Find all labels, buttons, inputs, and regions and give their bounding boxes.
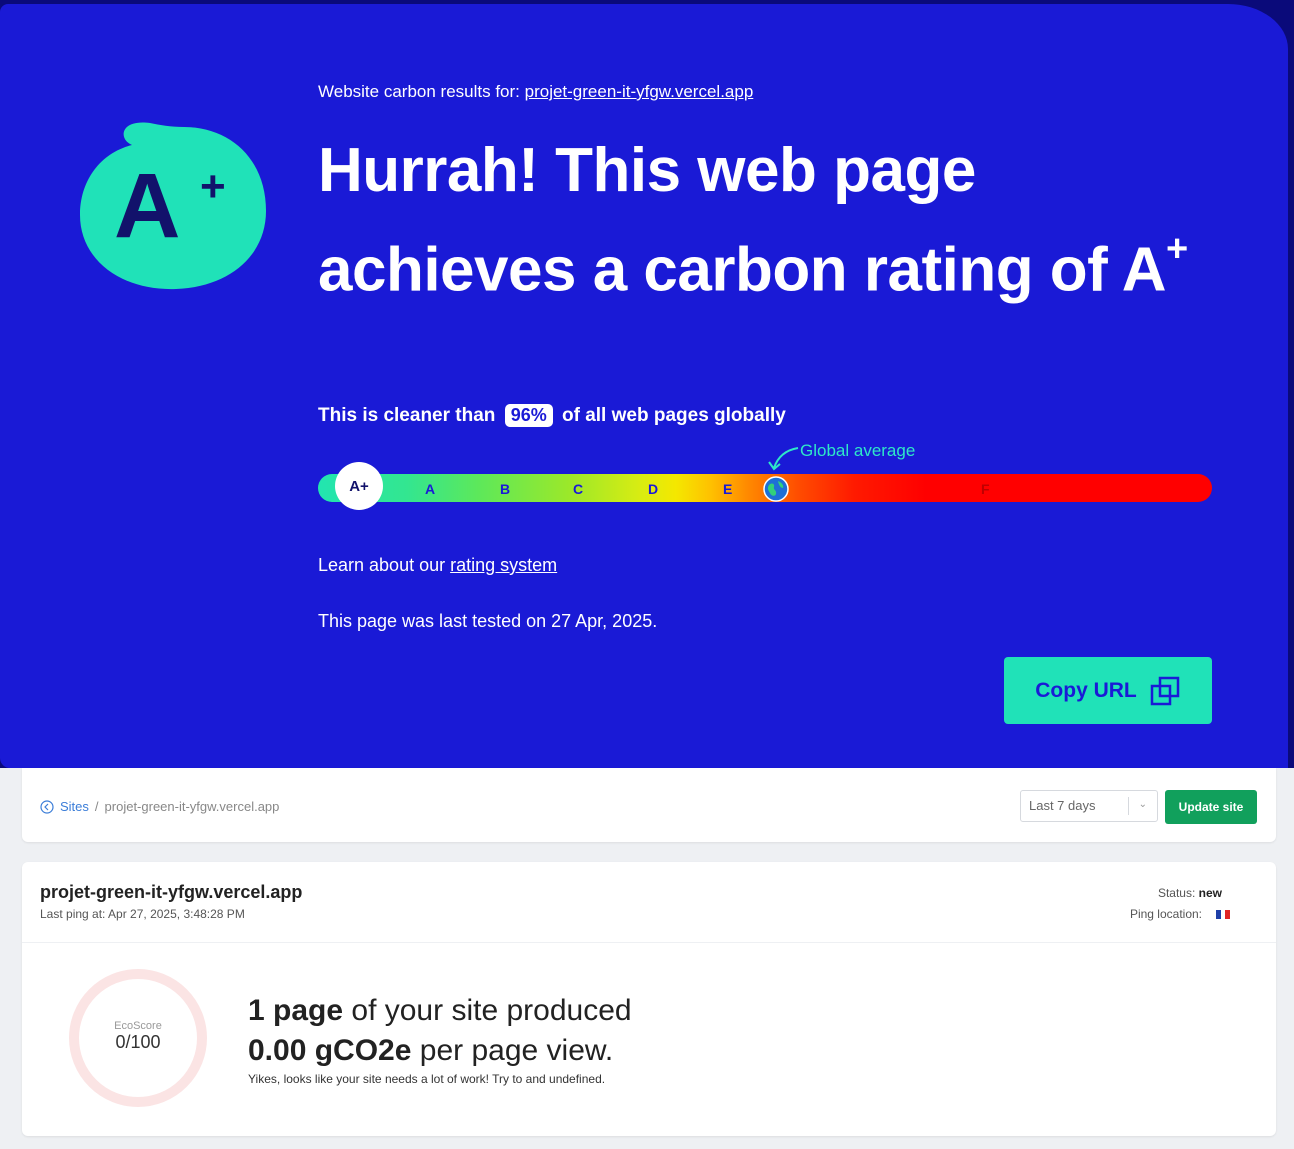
period-select[interactable]: Last 7 days ⌄ — [1020, 790, 1158, 822]
ecoscore-value: 0/100 — [115, 1032, 161, 1052]
emissions-rest: per page view. — [419, 1034, 614, 1067]
globe-icon — [763, 476, 789, 502]
results-for-line: Website carbon results for: projet-green… — [318, 82, 753, 102]
scale-grade-e: E — [723, 481, 733, 497]
cleaner-than-line: This is cleaner than 96% of all web page… — [318, 404, 786, 427]
scale-grade-f: F — [981, 481, 990, 497]
scale-grade-a: A — [425, 481, 436, 497]
status-badge: new — [1198, 886, 1222, 900]
emissions-line: 0.00 gCO2e per page view. — [248, 1034, 613, 1068]
advice-message: Yikes, looks like your site needs a lot … — [248, 1072, 606, 1086]
last-tested-text: This page was last tested on 27 Apr, 202… — [318, 611, 658, 631]
learn-rating-line: Learn about our rating system — [318, 555, 557, 576]
emissions-amount: 0.00 gCO2e — [248, 1034, 412, 1067]
ecoscore-label: EcoScore — [114, 1020, 162, 1032]
copy-icon — [1150, 676, 1179, 705]
copy-url-button[interactable]: Copy URL — [1004, 657, 1212, 724]
breadcrumb-separator: / — [94, 799, 99, 814]
headline-plus: + — [1166, 228, 1188, 270]
select-divider — [1128, 797, 1129, 815]
ping-location-line: Ping location: — [1129, 907, 1231, 921]
badge-grade-text: A — [114, 155, 180, 257]
scale-grade-d: D — [648, 481, 659, 497]
last-ping-text: Last ping at: Apr 27, 2025, 3:48:28 PM — [40, 907, 245, 921]
chevron-down-icon: ⌄ — [1138, 799, 1147, 810]
headline: Hurrah! This web page achieves a carbon … — [318, 128, 1218, 314]
breadcrumb: Sites / projet-green-it-yfgw.vercel.app — [40, 799, 279, 814]
site-dashboard: Sites / projet-green-it-yfgw.vercel.app … — [0, 768, 1294, 1149]
current-grade-marker: A+ — [335, 462, 383, 510]
status-label: Status: — [1157, 886, 1196, 900]
carbon-results-panel-frame: A + Website carbon results for: projet-g… — [0, 0, 1294, 768]
france-flag-icon — [1216, 909, 1231, 919]
global-average-label: Global average — [800, 441, 916, 460]
update-site-button[interactable]: Update site — [1165, 790, 1257, 824]
toolbar-card: Sites / projet-green-it-yfgw.vercel.app … — [22, 768, 1276, 842]
cleaner-suffix: of all web pages globally — [562, 405, 786, 426]
curved-arrow-icon — [768, 447, 799, 471]
results-for-label: Website carbon results for: — [318, 82, 520, 101]
pages-count-rest: of your site produced — [351, 994, 632, 1027]
status-line: Status: new — [1158, 886, 1222, 900]
breadcrumb-current: projet-green-it-yfgw.vercel.app — [104, 799, 280, 814]
carbon-results-panel: A + Website carbon results for: projet-g… — [0, 4, 1288, 768]
pages-produced-line: 1 page of your site produced — [248, 994, 632, 1028]
pages-count: 1 page — [248, 994, 344, 1027]
copy-url-label: Copy URL — [1035, 678, 1137, 702]
results-for-url-link[interactable]: projet-green-it-yfgw.vercel.app — [525, 82, 754, 101]
ping-location-label: Ping location: — [1129, 907, 1202, 921]
cleaner-percent-badge: 96% — [504, 404, 553, 427]
cleaner-prefix: This is cleaner than — [318, 405, 496, 426]
site-name: projet-green-it-yfgw.vercel.app — [40, 882, 303, 902]
grade-badge-icon: A + — [80, 122, 266, 290]
headline-text: Hurrah! This web page achieves a carbon … — [318, 136, 1167, 305]
card-divider — [22, 942, 1276, 943]
scale-grade-c: C — [573, 481, 584, 497]
badge-plus-text: + — [200, 162, 226, 211]
scale-grade-b: B — [500, 481, 511, 497]
back-circle-icon[interactable] — [40, 799, 54, 814]
period-select-value: Last 7 days — [1029, 798, 1096, 813]
learn-prefix: Learn about our — [318, 555, 446, 575]
rating-system-link[interactable]: rating system — [450, 555, 557, 575]
breadcrumb-sites-link[interactable]: Sites — [60, 799, 89, 814]
site-summary-card: projet-green-it-yfgw.vercel.app Last pin… — [22, 862, 1276, 1136]
